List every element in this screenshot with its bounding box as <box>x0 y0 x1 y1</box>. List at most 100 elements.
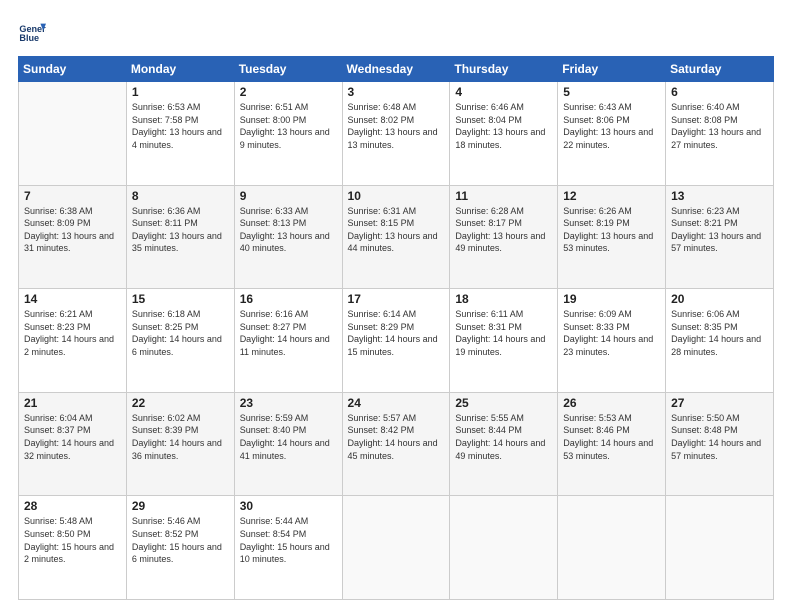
day-number: 18 <box>455 292 552 306</box>
day-info: Sunrise: 6:38 AM Sunset: 8:09 PM Daylight:… <box>24 205 121 255</box>
sunset-label: Sunset: 8:39 PM <box>132 425 199 435</box>
daylight-label: Daylight: 14 hours and 19 minutes. <box>455 334 545 357</box>
weekday-header-friday: Friday <box>558 57 666 82</box>
day-info: Sunrise: 5:53 AMSunset: 8:46 PMDaylight:… <box>563 412 660 462</box>
calendar-week-row: 7Sunrise: 6:38 AMSunset: 8:09 PMDaylight… <box>19 185 774 289</box>
logo-icon: General Blue <box>18 18 46 46</box>
day-number: 23 <box>240 396 337 410</box>
sunrise-label: Sunrise: 6:14 AM <box>348 309 417 319</box>
page: General Blue SundayMondayTuesdayWednesda… <box>0 0 792 612</box>
sunrise-label: Sunrise: 6:46 AM <box>455 102 524 112</box>
header: General Blue <box>18 18 774 46</box>
daylight-label: Daylight: 14 hours and 11 minutes. <box>240 334 330 357</box>
weekday-header-wednesday: Wednesday <box>342 57 450 82</box>
sunrise-label: Sunrise: 6:28 AM <box>455 206 524 216</box>
calendar-cell <box>666 496 774 600</box>
weekday-header-sunday: Sunday <box>19 57 127 82</box>
calendar-cell: 26Sunrise: 5:53 AMSunset: 8:46 PMDayligh… <box>558 392 666 496</box>
day-info: Sunrise: 6:02 AMSunset: 8:39 PMDaylight:… <box>132 412 229 462</box>
calendar-cell: 5 Sunrise: 6:43 AM Sunset: 8:06 PM Daylight… <box>558 82 666 186</box>
calendar-cell: 22Sunrise: 6:02 AMSunset: 8:39 PMDayligh… <box>126 392 234 496</box>
sunrise-label: Sunrise: 6:04 AM <box>24 413 93 423</box>
day-info: Sunrise: 6:26 AMSunset: 8:19 PMDaylight:… <box>563 205 660 255</box>
daylight-label: Daylight: 13 hours and 49 minutes. <box>455 231 545 254</box>
day-number: 3 <box>348 85 445 99</box>
sunrise-label: Sunrise: 6:43 AM <box>563 102 632 112</box>
day-info: Sunrise: 6:40 AMSunset: 8:08 PMDaylight:… <box>671 101 768 151</box>
sunrise-label: Sunrise: 6:21 AM <box>24 309 93 319</box>
daylight-label: Daylight: 14 hours and 49 minutes. <box>455 438 545 461</box>
calendar-week-row: 14Sunrise: 6:21 AMSunset: 8:23 PMDayligh… <box>19 289 774 393</box>
calendar-cell: 29Sunrise: 5:46 AMSunset: 8:52 PMDayligh… <box>126 496 234 600</box>
sunset-label: Sunset: 8:46 PM <box>563 425 630 435</box>
calendar-cell: 20Sunrise: 6:06 AMSunset: 8:35 PMDayligh… <box>666 289 774 393</box>
sunset-label: Sunset: 8:09 PM <box>24 218 91 228</box>
day-info: Sunrise: 6:46 AMSunset: 8:04 PMDaylight:… <box>455 101 552 151</box>
svg-text:Blue: Blue <box>19 33 39 43</box>
calendar-cell: 16Sunrise: 6:16 AMSunset: 8:27 PMDayligh… <box>234 289 342 393</box>
day-number: 20 <box>671 292 768 306</box>
day-info: Sunrise: 6:51 AMSunset: 8:00 PMDaylight:… <box>240 101 337 151</box>
calendar-cell: 15 Sunrise: 6:18 AM Sunset: 8:25 PM Dayligh… <box>126 289 234 393</box>
day-number: 17 <box>348 292 445 306</box>
calendar-cell: 30Sunrise: 5:44 AMSunset: 8:54 PMDayligh… <box>234 496 342 600</box>
day-number: 5 <box>563 85 660 99</box>
sunrise-label: Sunrise: 6:11 AM <box>455 309 523 319</box>
calendar-table: SundayMondayTuesdayWednesdayThursdayFrid… <box>18 56 774 600</box>
daylight-label: Daylight: 13 hours and 31 minutes. <box>24 231 114 254</box>
sunset-label: Sunset: 8:08 PM <box>671 115 738 125</box>
day-info: Sunrise: 6:11 AMSunset: 8:31 PMDaylight:… <box>455 308 552 358</box>
sunrise-label: Sunrise: 6:06 AM <box>671 309 740 319</box>
calendar-cell: 11Sunrise: 6:28 AMSunset: 8:17 PMDayligh… <box>450 185 558 289</box>
sunset-label: Sunset: 8:25 PM <box>132 322 199 332</box>
sunset-label: Sunset: 8:40 PM <box>240 425 307 435</box>
sunrise-label: Sunrise: 5:46 AM <box>132 516 201 526</box>
sunset-label: Sunset: 8:00 PM <box>240 115 307 125</box>
daylight-label: Daylight: 14 hours and 6 minutes. <box>132 334 222 357</box>
daylight-label: Daylight: 13 hours and 57 minutes. <box>671 231 761 254</box>
day-number: 6 <box>671 85 768 99</box>
day-info: Sunrise: 6:23 AMSunset: 8:21 PMDaylight:… <box>671 205 768 255</box>
calendar-cell <box>19 82 127 186</box>
day-number: 19 <box>563 292 660 306</box>
weekday-header-thursday: Thursday <box>450 57 558 82</box>
sunrise-label: Sunrise: 6:38 AM <box>24 206 93 216</box>
calendar-week-row: 21Sunrise: 6:04 AMSunset: 8:37 PMDayligh… <box>19 392 774 496</box>
calendar-cell: 17Sunrise: 6:14 AMSunset: 8:29 PMDayligh… <box>342 289 450 393</box>
daylight-label: Daylight: 14 hours and 15 minutes. <box>348 334 438 357</box>
day-number: 2 <box>240 85 337 99</box>
sunset-label: Sunset: 7:58 PM <box>132 115 199 125</box>
sunset-label: Sunset: 8:23 PM <box>24 322 91 332</box>
sunset-label: Sunset: 8:13 PM <box>240 218 307 228</box>
sunrise-label: Sunrise: 6:51 AM <box>240 102 309 112</box>
calendar-cell <box>558 496 666 600</box>
weekday-header-tuesday: Tuesday <box>234 57 342 82</box>
weekday-header-row: SundayMondayTuesdayWednesdayThursdayFrid… <box>19 57 774 82</box>
sunrise-label: Sunrise: 5:53 AM <box>563 413 632 423</box>
sunrise-label: Sunrise: 6:48 AM <box>348 102 417 112</box>
day-number: 8 <box>132 189 229 203</box>
day-info: Sunrise: 6:43 AM Sunset: 8:06 PM Daylight:… <box>563 101 660 151</box>
sunrise-label: Sunrise: 5:59 AM <box>240 413 309 423</box>
daylight-label: Daylight: 13 hours and 27 minutes. <box>671 127 761 150</box>
calendar-cell <box>342 496 450 600</box>
sunrise-label: Sunrise: 6:02 AM <box>132 413 201 423</box>
sunset-label: Sunset: 8:04 PM <box>455 115 522 125</box>
day-info: Sunrise: 6:31 AMSunset: 8:15 PMDaylight:… <box>348 205 445 255</box>
calendar-cell: 2Sunrise: 6:51 AMSunset: 8:00 PMDaylight… <box>234 82 342 186</box>
sunset-label: Sunset: 8:27 PM <box>240 322 307 332</box>
day-info: Sunrise: 5:50 AMSunset: 8:48 PMDaylight:… <box>671 412 768 462</box>
sunset-label: Sunset: 8:06 PM <box>563 115 630 125</box>
day-number: 24 <box>348 396 445 410</box>
sunrise-label: Sunrise: 6:18 AM <box>132 309 201 319</box>
sunrise-label: Sunrise: 5:50 AM <box>671 413 740 423</box>
calendar-cell: 27Sunrise: 5:50 AMSunset: 8:48 PMDayligh… <box>666 392 774 496</box>
daylight-label: Daylight: 13 hours and 22 minutes. <box>563 127 653 150</box>
sunset-label: Sunset: 8:11 PM <box>132 218 198 228</box>
calendar-cell: 12Sunrise: 6:26 AMSunset: 8:19 PMDayligh… <box>558 185 666 289</box>
day-number: 15 <box>132 292 229 306</box>
sunrise-label: Sunrise: 5:55 AM <box>455 413 524 423</box>
day-info: Sunrise: 6:53 AMSunset: 7:58 PMDaylight:… <box>132 101 229 151</box>
day-number: 1 <box>132 85 229 99</box>
calendar-cell: 25Sunrise: 5:55 AMSunset: 8:44 PMDayligh… <box>450 392 558 496</box>
